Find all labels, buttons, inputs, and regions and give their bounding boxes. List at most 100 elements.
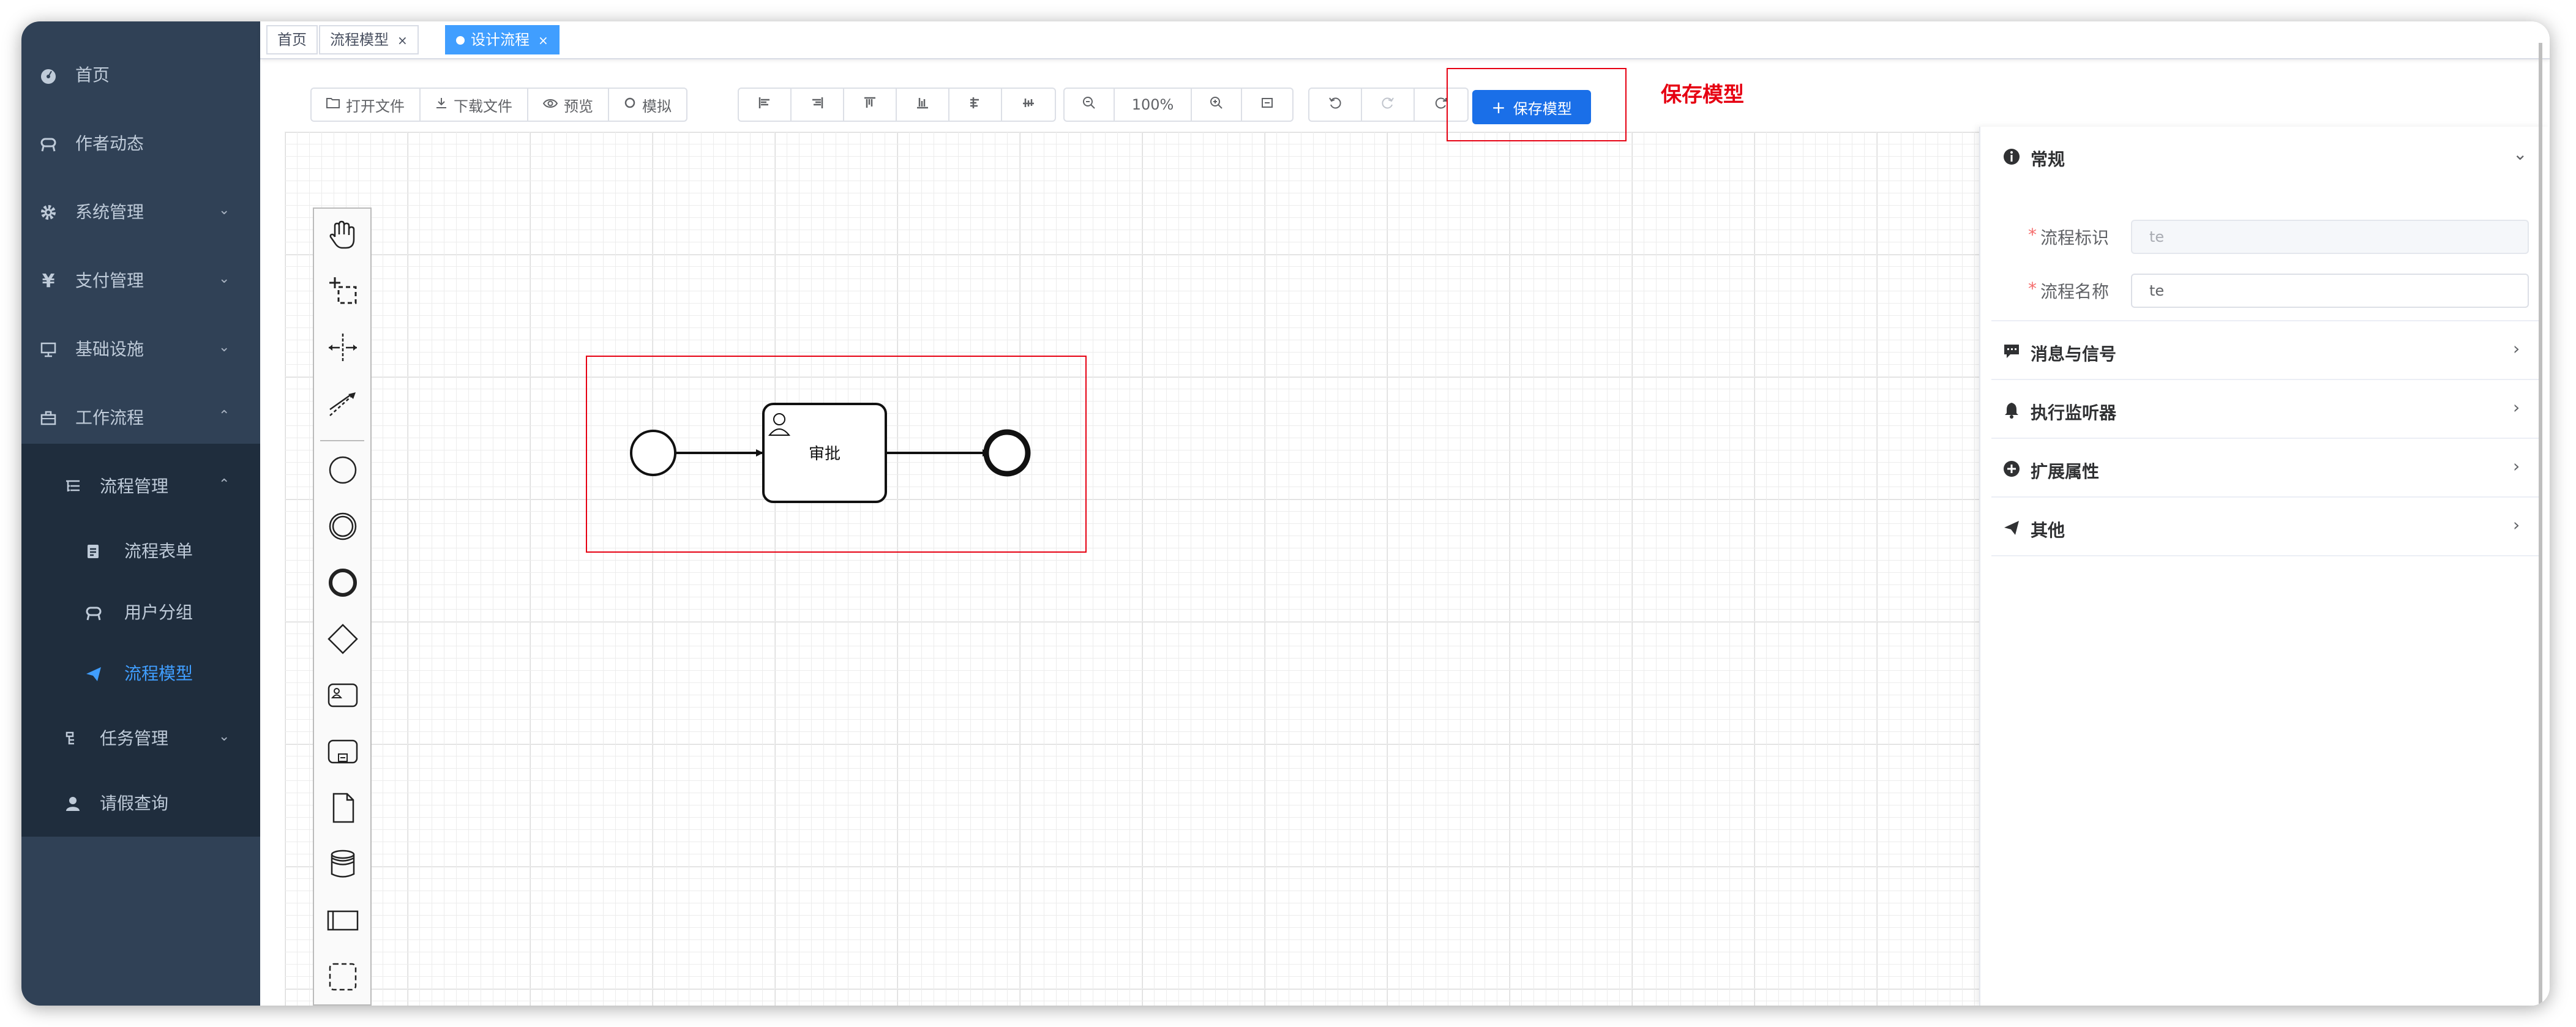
sidebar-item-process-mgmt[interactable]: 流程管理 ⌃ — [21, 456, 260, 517]
align-right-button[interactable] — [792, 89, 844, 121]
redo-button[interactable] — [1362, 89, 1415, 121]
align-middle-icon — [1022, 96, 1035, 113]
sidebar-item-label: 系统管理 — [75, 202, 144, 222]
tag-label: 设计流程 — [471, 31, 530, 48]
bpmn-palette — [313, 207, 372, 1006]
end-event-icon[interactable] — [323, 562, 363, 603]
sidebar-item-label: 流程管理 — [100, 476, 169, 496]
lasso-tool-icon[interactable] — [323, 271, 363, 312]
tag-process-model[interactable]: 流程模型 × — [319, 25, 419, 54]
sidebar-item-system[interactable]: 系统管理 ⌄ — [21, 182, 260, 243]
sidebar-item-task-mgmt[interactable]: 任务管理 ⌄ — [21, 708, 260, 769]
align-center-icon — [968, 96, 982, 113]
align-center-button[interactable] — [949, 89, 1002, 121]
sidebar-item-process-form[interactable]: 流程表单 — [21, 521, 260, 582]
tag-design-process[interactable]: 设计流程 × — [445, 25, 560, 54]
section-title: 执行监听器 — [2031, 403, 2117, 423]
main-content: 首页 流程模型 × 设计流程 × 打开文件 下载文件 预览 模拟 100% + … — [260, 21, 2550, 1006]
briefcase-icon — [40, 409, 57, 427]
tag-home[interactable]: 首页 — [266, 25, 318, 54]
palette-divider — [320, 440, 364, 441]
section-title: 其他 — [2031, 520, 2065, 540]
chat-icon — [2002, 342, 2021, 360]
yen-icon: ¥ — [42, 270, 55, 292]
section-message-signal[interactable]: 消息与信号 › — [1991, 321, 2539, 380]
section-title: 消息与信号 — [2031, 344, 2117, 364]
open-file-button[interactable]: 打开文件 — [312, 89, 421, 121]
fit-viewport-button[interactable] — [1242, 89, 1292, 121]
subprocess-icon[interactable] — [323, 731, 363, 772]
sidebar-item-label: 任务管理 — [100, 728, 169, 749]
refresh-icon — [1434, 96, 1448, 113]
field-process-name: * 流程名称 te — [1991, 270, 2539, 309]
save-highlight-box — [1447, 68, 1627, 141]
sidebar-item-author-news[interactable]: 作者动态 — [21, 113, 260, 174]
tag-label: 首页 — [277, 31, 307, 48]
properties-panel: 常规 ⌄ * 流程标识 te * 流程名称 te 消息与信号 › 执行监听器 ›… — [1979, 127, 2548, 1006]
fit-icon — [1260, 96, 1274, 113]
undo-icon — [1328, 96, 1342, 113]
align-top-icon — [863, 96, 877, 113]
gateway-icon[interactable] — [323, 619, 363, 659]
window-scrollbar[interactable] — [2539, 43, 2542, 1006]
sidebar-item-process-model[interactable]: 流程模型 — [21, 643, 260, 704]
sidebar-item-user-group[interactable]: 用户分组 — [21, 582, 260, 643]
sidebar-item-label: 工作流程 — [75, 408, 144, 428]
dashboard-icon — [40, 67, 57, 84]
chevron-down-icon: ⌄ — [219, 340, 230, 355]
chevron-down-icon: ⌄ — [219, 271, 230, 286]
section-execution-listener[interactable]: 执行监听器 › — [1991, 380, 2539, 439]
section-extension-properties[interactable]: 扩展属性 › — [1991, 439, 2539, 498]
sidebar-item-label: 作者动态 — [75, 133, 144, 154]
monitor-icon — [40, 341, 57, 358]
section-other[interactable]: 其他 › — [1991, 498, 2539, 556]
sidebar-item-workflow[interactable]: 工作流程 ⌃ — [21, 387, 260, 449]
align-left-button[interactable] — [739, 89, 792, 121]
align-middle-button[interactable] — [1002, 89, 1055, 121]
close-icon[interactable]: × — [397, 33, 408, 48]
zoom-in-button[interactable] — [1192, 89, 1242, 121]
undo-button[interactable] — [1309, 89, 1362, 121]
simulate-button[interactable]: 模拟 — [609, 89, 686, 121]
chevron-right-icon: › — [2513, 456, 2520, 476]
download-file-button[interactable]: 下载文件 — [421, 89, 528, 121]
space-tool-icon[interactable] — [323, 327, 363, 368]
user-icon — [64, 795, 81, 812]
sidebar-item-leave-query[interactable]: 请假查询 — [21, 773, 260, 834]
bell-icon — [2002, 401, 2021, 419]
align-bottom-button[interactable] — [897, 89, 949, 121]
section-title: 扩展属性 — [2031, 461, 2100, 482]
tags-view: 首页 流程模型 × 设计流程 × — [260, 21, 2550, 59]
intermediate-event-icon[interactable] — [323, 506, 363, 547]
participant-icon[interactable] — [323, 900, 363, 941]
group-icon[interactable] — [323, 957, 363, 997]
data-object-icon[interactable] — [323, 788, 363, 828]
user-task-icon[interactable] — [323, 675, 363, 715]
zoom-level[interactable]: 100% — [1115, 89, 1192, 121]
start-event-icon[interactable] — [323, 450, 363, 490]
section-general[interactable]: 常规 ⌄ — [1991, 127, 2539, 185]
hand-tool-icon[interactable] — [323, 215, 363, 255]
history-button-group — [1308, 88, 1469, 122]
process-name-input[interactable]: te — [2131, 274, 2529, 308]
sidebar-item-infra[interactable]: 基础设施 ⌄ — [21, 319, 260, 380]
preview-button[interactable]: 预览 — [528, 89, 609, 121]
field-process-id: * 流程标识 te — [1991, 216, 2539, 255]
chevron-right-icon: › — [2513, 338, 2520, 359]
zoom-out-button[interactable] — [1065, 89, 1115, 121]
align-left-icon — [758, 96, 771, 113]
connect-tool-icon[interactable] — [323, 384, 363, 424]
process-id-input[interactable]: te — [2131, 220, 2529, 254]
download-icon — [435, 97, 447, 113]
sidebar-item-home[interactable]: 首页 — [21, 45, 260, 106]
chevron-down-icon: ⌄ — [2513, 144, 2528, 164]
file-button-group: 打开文件 下载文件 预览 模拟 — [310, 88, 687, 122]
sidebar-item-payment[interactable]: ¥ 支付管理 ⌄ — [21, 250, 260, 312]
data-store-icon[interactable] — [323, 844, 363, 884]
info-icon — [2002, 148, 2021, 166]
align-bottom-icon — [916, 96, 929, 113]
align-top-button[interactable] — [844, 89, 897, 121]
chevron-up-icon: ⌃ — [219, 408, 230, 424]
close-icon[interactable]: × — [538, 33, 549, 48]
tree-table-icon — [64, 478, 81, 495]
